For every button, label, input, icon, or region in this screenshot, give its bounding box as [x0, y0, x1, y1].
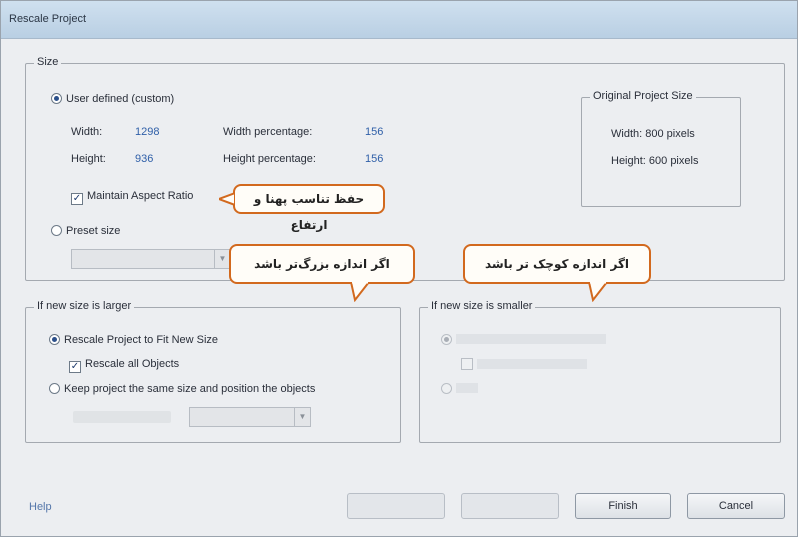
original-width-text: Width: 800 pixels — [611, 128, 695, 140]
width-label: Width: — [71, 126, 103, 138]
smaller-option-1-placeholder — [456, 334, 606, 344]
rescale-project-dialog: Rescale Project Size User defined (custo… — [0, 0, 798, 537]
rescale-fit-radio[interactable]: Rescale Project to Fit New Size — [49, 334, 218, 346]
rescale-all-check-box[interactable]: ✓ — [69, 361, 81, 373]
larger-annotation-tail — [349, 282, 371, 302]
smaller-option-1-radio-button[interactable] — [441, 334, 452, 345]
larger-size-annotation: اگر اندازه بزرگ‌تر باشد — [229, 244, 415, 284]
keep-same-size-radio[interactable]: Keep project the same size and position … — [49, 383, 315, 395]
chevron-down-icon: ▼ — [294, 408, 310, 426]
smaller-size-annotation: اگر اندازه کوچک تر باشد — [463, 244, 651, 284]
preset-size-radio[interactable]: Preset size — [51, 225, 120, 237]
preset-size-radio-button[interactable] — [51, 225, 62, 236]
width-percentage-label: Width percentage: — [223, 126, 313, 138]
keep-same-size-label: Keep project the same size and position … — [64, 383, 316, 395]
smaller-option-1-radio[interactable] — [441, 334, 606, 346]
cancel-button[interactable]: Cancel — [687, 493, 785, 519]
original-size-legend: Original Project Size — [590, 90, 696, 102]
help-link[interactable]: Help — [29, 501, 52, 513]
keep-same-size-radio-button[interactable] — [49, 383, 60, 394]
rescale-all-checkbox[interactable]: ✓ Rescale all Objects — [69, 358, 179, 373]
maintain-aspect-checkbox[interactable]: ✓ Maintain Aspect Ratio — [71, 190, 193, 205]
smaller-option-3-radio-button[interactable] — [441, 383, 452, 394]
height-percentage-label: Height percentage: — [223, 153, 316, 165]
smaller-option-2-checkbox[interactable] — [461, 358, 587, 371]
width-percentage-value[interactable]: 156 — [365, 126, 383, 138]
aspect-annotation-tail — [219, 191, 235, 207]
rescale-all-label: Rescale all Objects — [85, 358, 180, 370]
width-value[interactable]: 1298 — [135, 126, 159, 138]
smaller-size-annotation-text: اگر اندازه کوچک تر باشد — [484, 257, 630, 271]
user-defined-label: User defined (custom) — [66, 93, 175, 105]
smaller-option-2-check-box[interactable] — [461, 358, 473, 370]
chevron-down-icon: ▼ — [214, 250, 230, 268]
user-defined-radio[interactable]: User defined (custom) — [51, 93, 174, 105]
height-percentage-value[interactable]: 156 — [365, 153, 383, 165]
position-select[interactable]: ▼ — [189, 407, 311, 427]
smaller-option-3-radio[interactable] — [441, 383, 478, 395]
smaller-group: If new size is smaller — [419, 300, 781, 443]
rescale-fit-radio-button[interactable] — [49, 334, 60, 345]
position-label-placeholder — [73, 411, 171, 423]
back-button[interactable] — [347, 493, 445, 519]
original-size-group: Original Project Size — [581, 90, 741, 207]
height-label: Height: — [71, 153, 106, 165]
title-bar[interactable]: Rescale Project — [1, 1, 797, 39]
rescale-fit-label: Rescale Project to Fit New Size — [64, 334, 219, 346]
size-group-legend: Size — [34, 56, 62, 68]
preset-size-select[interactable]: ▼ — [71, 249, 231, 269]
next-button[interactable] — [461, 493, 559, 519]
smaller-option-3-placeholder — [456, 383, 478, 393]
smaller-option-2-placeholder — [477, 359, 587, 369]
preset-size-label: Preset size — [66, 225, 121, 237]
smaller-annotation-tail — [587, 282, 609, 302]
maintain-aspect-check-box[interactable]: ✓ — [71, 193, 83, 205]
finish-button[interactable]: Finish — [575, 493, 671, 519]
smaller-group-legend: If new size is smaller — [428, 300, 536, 312]
larger-size-annotation-text: اگر اندازه بزرگ‌تر باشد — [254, 257, 390, 271]
maintain-aspect-label: Maintain Aspect Ratio — [87, 190, 194, 202]
aspect-ratio-annotation: حفظ تناسب پهنا و ارتفاع — [233, 184, 385, 232]
original-height-text: Height: 600 pixels — [611, 155, 699, 167]
height-value[interactable]: 936 — [135, 153, 153, 165]
window-title: Rescale Project — [9, 13, 87, 25]
user-defined-radio-button[interactable] — [51, 93, 62, 104]
larger-group-legend: If new size is larger — [34, 300, 135, 312]
